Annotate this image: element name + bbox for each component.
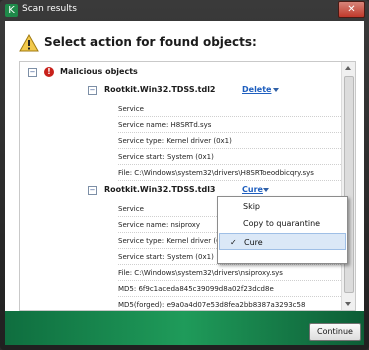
chevron-down-icon[interactable] bbox=[273, 88, 279, 92]
menu-item-copy-to-quarantine[interactable]: Copy to quarantine bbox=[219, 215, 346, 232]
checkmark-icon: ✓ bbox=[230, 238, 237, 247]
error-icon: ! bbox=[44, 67, 54, 77]
kaspersky-app-icon: K bbox=[5, 4, 18, 17]
page-title: Select action for found objects: bbox=[44, 35, 257, 49]
detail-row: File: C:\Windows\system32\drivers\H8SRTo… bbox=[118, 165, 353, 181]
collapse-group-icon[interactable]: − bbox=[28, 68, 37, 77]
detail-row: Service bbox=[118, 101, 353, 117]
dialog-client: Select action for found objects: − ! Mal… bbox=[5, 21, 364, 345]
detail-row: MD5: 6f9c1aceda845c39099d8a02f23dcd8e bbox=[118, 281, 353, 297]
detail-row: Service start: System (0x1) bbox=[118, 149, 353, 165]
scroll-down-icon[interactable] bbox=[345, 302, 351, 306]
menu-item-cure[interactable]: ✓ Cure bbox=[219, 233, 346, 250]
threat-name-1: Rootkit.Win32.TDSS.tdl2 bbox=[104, 85, 216, 94]
continue-button[interactable]: Continue bbox=[309, 323, 361, 341]
close-button[interactable]: ✕ bbox=[338, 1, 365, 18]
action-dropdown-menu: Skip Copy to quarantine ✓ Cure bbox=[217, 196, 348, 264]
collapse-threat-2-icon[interactable]: − bbox=[88, 186, 97, 195]
action-dropdown-2[interactable]: Cure bbox=[242, 185, 263, 194]
found-objects-tree: − ! Malicious objects − Rootkit.Win32.TD… bbox=[19, 61, 356, 311]
dialog-window: K Scan results ✕ Select action for found… bbox=[0, 0, 369, 350]
detail-row: Service name: H8SRTd.sys bbox=[118, 117, 353, 133]
chevron-down-icon[interactable] bbox=[263, 188, 269, 192]
detail-row: File: C:\Windows\system32\drivers\nsipro… bbox=[118, 265, 353, 281]
threat-name-2: Rootkit.Win32.TDSS.tdl3 bbox=[104, 185, 216, 194]
collapse-threat-1-icon[interactable]: − bbox=[88, 86, 97, 95]
window-title: Scan results bbox=[22, 4, 77, 14]
title-bar[interactable]: K Scan results ✕ bbox=[0, 0, 369, 22]
menu-item-skip[interactable]: Skip bbox=[219, 198, 346, 215]
group-label-malicious: Malicious objects bbox=[60, 67, 138, 76]
detail-row: Service type: Kernel driver (0x1) bbox=[118, 133, 353, 149]
scroll-up-icon[interactable] bbox=[345, 66, 351, 70]
detail-row: MD5(forged): e9a0a4d07e53d8fea2bb8387a32… bbox=[118, 297, 353, 310]
action-dropdown-1[interactable]: Delete bbox=[242, 85, 271, 94]
vertical-scrollbar[interactable] bbox=[341, 62, 355, 310]
warning-icon bbox=[19, 34, 39, 52]
